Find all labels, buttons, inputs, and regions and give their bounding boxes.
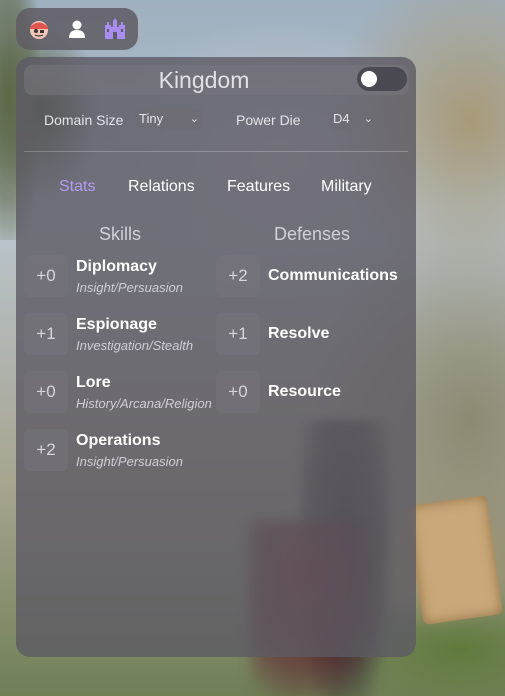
skill-name-espionage: Espionage xyxy=(76,316,157,333)
domain-size-value: Tiny xyxy=(139,111,164,126)
defense-name-communications: Communications xyxy=(268,267,398,284)
skill-sub-espionage: Investigation/Stealth xyxy=(76,338,194,353)
kingdom-toggle[interactable] xyxy=(357,67,407,91)
castle-icon xyxy=(105,18,125,39)
top-toolbar xyxy=(16,8,138,50)
power-die-select[interactable]: D4 ⌄ xyxy=(329,109,377,129)
defense-name-resolve: Resolve xyxy=(268,325,330,342)
divider xyxy=(24,151,408,152)
domain-size-select[interactable]: Tiny ⌄ xyxy=(135,109,203,129)
defense-score-resource[interactable]: +0 xyxy=(216,371,260,413)
pirate-face-button[interactable] xyxy=(23,13,55,45)
skill-score-lore[interactable]: +0 xyxy=(24,371,68,413)
toggle-knob xyxy=(361,71,377,87)
skill-sub-lore: History/Arcana/Religion xyxy=(76,396,212,411)
tab-features[interactable]: Features xyxy=(227,178,290,196)
title-bar: Kingdom xyxy=(24,65,409,95)
person-button[interactable] xyxy=(61,13,93,45)
power-die-label: Power Die xyxy=(236,112,301,128)
tab-relations[interactable]: Relations xyxy=(128,178,195,196)
defense-score-resolve[interactable]: +1 xyxy=(216,313,260,355)
skill-score-diplomacy[interactable]: +0 xyxy=(24,255,68,297)
castle-button[interactable] xyxy=(99,13,131,45)
tab-stats[interactable]: Stats xyxy=(59,178,95,196)
chevron-down-icon: ⌄ xyxy=(363,113,373,125)
tab-military[interactable]: Military xyxy=(321,178,372,196)
skills-heading: Skills xyxy=(99,224,142,244)
panel-title: Kingdom xyxy=(158,67,250,93)
background-map xyxy=(407,495,503,625)
chevron-down-icon: ⌄ xyxy=(189,113,199,125)
skill-sub-diplomacy: Insight/Persuasion xyxy=(76,280,183,295)
defense-name-resource: Resource xyxy=(268,383,341,400)
skill-score-operations[interactable]: +2 xyxy=(24,429,68,471)
pirate-face-icon xyxy=(30,21,48,39)
kingdom-panel: Kingdom Domain Size Tiny ⌄ Power Die D4 … xyxy=(16,57,416,657)
skill-score-espionage[interactable]: +1 xyxy=(24,313,68,355)
skill-name-operations: Operations xyxy=(76,432,161,449)
power-die-value: D4 xyxy=(333,111,350,126)
person-icon xyxy=(69,20,85,38)
defense-score-communications[interactable]: +2 xyxy=(216,255,260,297)
skill-sub-operations: Insight/Persuasion xyxy=(76,454,183,469)
skill-name-lore: Lore xyxy=(76,374,111,391)
skill-name-diplomacy: Diplomacy xyxy=(76,258,157,275)
domain-size-label: Domain Size xyxy=(44,112,124,128)
defenses-heading: Defenses xyxy=(274,224,351,244)
